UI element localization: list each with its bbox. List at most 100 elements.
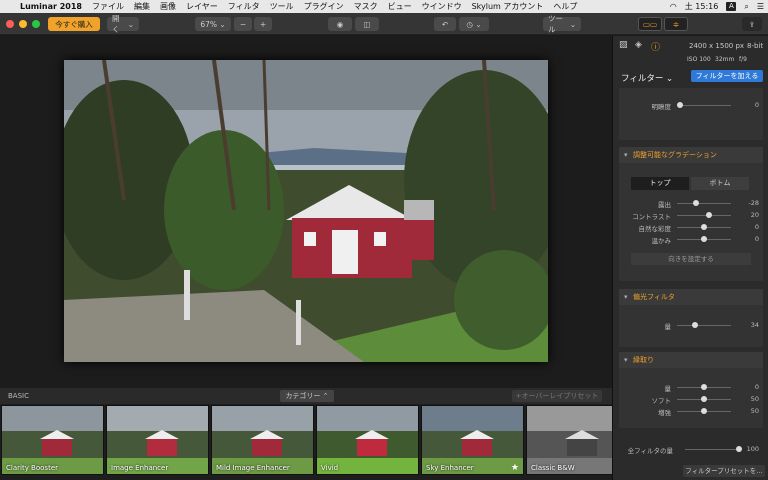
open-button[interactable]: 開く ⌄ [107, 14, 139, 34]
zoom-out-button[interactable]: − [234, 17, 252, 31]
gradient-filter-header[interactable]: 調整可能なグラデーション [619, 147, 763, 163]
favorite-star-icon[interactable]: ★ [511, 463, 519, 473]
sliders-icon: ≑ [672, 19, 680, 29]
app-menu[interactable]: Luminar 2018 [20, 2, 82, 11]
preset-thumb[interactable]: Mild Image Enhancer [211, 405, 314, 475]
minimize-window-button[interactable] [19, 20, 27, 28]
iso-value: ISO 100 [687, 56, 711, 63]
slider-knob[interactable] [701, 408, 707, 414]
menu-edit[interactable]: 編集 [134, 1, 150, 12]
presets-toggle-button[interactable]: ▭▭ [638, 17, 662, 31]
category-label: カテゴリー [285, 392, 321, 400]
slider-polarizing-amount[interactable]: 量 34 [619, 320, 763, 331]
menu-window[interactable]: ウインドウ [422, 1, 462, 12]
slider-knob[interactable] [692, 322, 699, 328]
menu-layer[interactable]: レイヤー [186, 1, 218, 12]
slider-label: コントラスト [632, 213, 671, 221]
slider-brightness[interactable]: 明瞭度 0 [619, 100, 763, 111]
zoom-in-button[interactable]: + [254, 17, 272, 31]
slider-knob[interactable] [706, 212, 713, 218]
tab-bottom[interactable]: ボトム [691, 177, 749, 190]
share-icon: ⇪ [748, 19, 756, 29]
slider-knob[interactable] [701, 384, 707, 390]
slider-label: 量 [664, 323, 672, 331]
slider-row[interactable]: ソフト 50 [619, 394, 763, 405]
slider-knob[interactable] [677, 102, 683, 108]
slider-row[interactable]: 露出 -28 [619, 198, 763, 209]
overlay-presets-button[interactable]: +オーバーレイプリセット [512, 390, 602, 402]
buy-now-button[interactable]: 今すぐ購入 [48, 17, 100, 31]
preset-thumb[interactable]: Image Enhancer [106, 405, 209, 475]
slider-knob[interactable] [736, 446, 742, 452]
slider-knob[interactable] [692, 200, 699, 206]
slider-track[interactable] [685, 449, 739, 450]
menu-tools[interactable]: ツール [270, 1, 294, 12]
slider-row[interactable]: 量0 [619, 382, 763, 393]
category-dropdown[interactable]: カテゴリー ⌃ [280, 390, 334, 402]
menu-filter[interactable]: フィルタ [228, 1, 260, 12]
set-orientation-button[interactable]: 向きを設定する [631, 253, 751, 265]
info-icon[interactable]: ⓘ [651, 40, 660, 53]
input-source-badge[interactable]: A [726, 2, 737, 11]
share-button[interactable]: ⇪ [742, 17, 762, 31]
layers-icon[interactable]: ◈ [635, 40, 642, 50]
slider-row[interactable]: コントラスト 20 [619, 210, 763, 221]
slider-track[interactable] [677, 105, 731, 106]
slider-global-amount[interactable]: 全フィルタの量 100 [619, 444, 763, 455]
polarizing-filter-header[interactable]: 偏光フィルタ [619, 289, 763, 305]
menu-view[interactable]: ビュー [388, 1, 412, 12]
preview-eye-button[interactable]: ◉ [328, 17, 352, 31]
histogram-icon[interactable]: ▧ [619, 40, 628, 50]
slider-label: 露出 [658, 201, 671, 209]
menubar-status: ◠ 土 15:16 A ⌕ ☰ [670, 0, 764, 13]
add-filter-button[interactable]: フィルターを加える [691, 70, 763, 82]
undo-button[interactable]: ↶ [434, 17, 456, 31]
category-name: BASIC [8, 392, 29, 400]
slider-track[interactable] [677, 203, 731, 204]
preset-thumb[interactable]: Clarity Booster [1, 405, 104, 475]
image-canvas[interactable] [0, 36, 612, 388]
house-landscape-image [64, 60, 548, 362]
preset-thumb[interactable]: Sky Enhancer ★ [421, 405, 524, 475]
menu-plugins[interactable]: プラグイン [304, 1, 344, 12]
menu-account[interactable]: Skylum アカウント [472, 1, 544, 12]
filters-toggle-button[interactable]: ≑ [664, 17, 688, 31]
notification-icon[interactable]: ☰ [757, 2, 764, 11]
slider-row[interactable]: 自然な彩度 0 [619, 222, 763, 233]
close-window-button[interactable] [6, 20, 14, 28]
menu-mask[interactable]: マスク [354, 1, 378, 12]
history-icon: ◷ [466, 19, 473, 29]
photo-preview[interactable] [64, 60, 548, 362]
chevron-down-icon: ⌄ [569, 19, 576, 29]
wifi-icon[interactable]: ◠ [670, 2, 677, 11]
slider-knob[interactable] [701, 396, 707, 402]
slider-row[interactable]: 増強 50 [619, 406, 763, 417]
zoom-window-button[interactable] [32, 20, 40, 28]
slider-track[interactable] [677, 215, 731, 216]
undo-icon: ↶ [441, 19, 449, 29]
history-button[interactable]: ◷ ⌄ [459, 17, 489, 31]
slider-label: 明瞭度 [651, 103, 672, 111]
menu-file[interactable]: ファイル [92, 1, 124, 12]
zoom-select[interactable]: 67% ⌄ [195, 17, 231, 31]
slider-row[interactable]: 温かみ 0 [619, 234, 763, 245]
spotlight-icon[interactable]: ⌕ [744, 2, 748, 12]
compare-button[interactable]: ◫ [355, 17, 379, 31]
slider-knob[interactable] [701, 236, 707, 242]
preset-thumb[interactable]: Vivid [316, 405, 419, 475]
tools-dropdown[interactable]: ツール ⌄ [543, 14, 581, 34]
presets-filmstrip: Clarity Booster Image Enhancer Mild Imag… [0, 404, 612, 480]
chevron-down-icon: ⌄ [127, 19, 134, 29]
preset-thumb[interactable]: Classic B&W [526, 405, 612, 475]
tab-top[interactable]: トップ [631, 177, 689, 190]
clock[interactable]: 土 15:16 [685, 1, 719, 12]
menu-help[interactable]: ヘルプ [553, 1, 577, 12]
vignette-filter-header[interactable]: 縁取り [619, 352, 763, 368]
save-filter-preset-button[interactable]: フィルタープリセットを… [683, 465, 765, 477]
toolbar: 今すぐ購入 開く ⌄ 67% ⌄ − + ◉ ◫ ↶ ◷ ⌄ ツール ⌄ ▭▭ … [0, 13, 768, 35]
filters-title[interactable]: フィルター ⌄ [621, 72, 673, 84]
slider-knob[interactable] [701, 224, 707, 230]
menu-image[interactable]: 画像 [160, 1, 176, 12]
slider-track[interactable] [677, 325, 731, 326]
tools-label: ツール [548, 14, 563, 34]
